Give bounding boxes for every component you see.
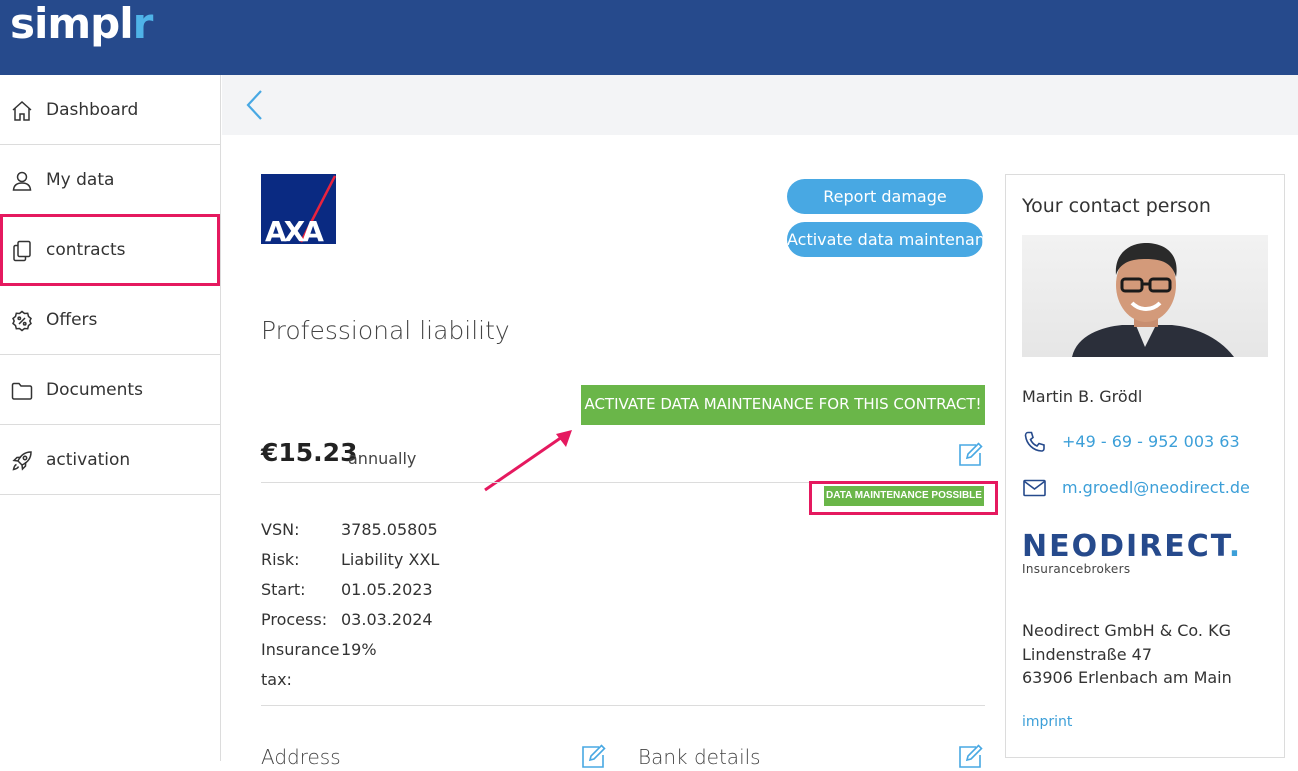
percent-badge-icon	[12, 310, 32, 332]
broker-address-line: 63906 Erlenbach am Main	[1022, 668, 1232, 687]
sidebar-item-dashboard[interactable]: Dashboard	[0, 75, 220, 145]
sidebar-item-activation[interactable]: activation	[0, 425, 220, 495]
activate-data-maintenance-button[interactable]: Activate data maintenance	[787, 222, 983, 257]
broker-address-line: Lindenstraße 47	[1022, 645, 1152, 664]
home-icon	[12, 100, 32, 121]
sidebar-item-label: Offers	[46, 310, 98, 330]
sidebar: Dashboard My data contracts Offers Docum…	[0, 75, 221, 761]
imprint-link[interactable]: imprint	[1022, 714, 1072, 730]
divider	[261, 705, 985, 706]
back-arrow-icon[interactable]	[244, 89, 266, 121]
user-icon	[12, 171, 32, 191]
bank-details-heading: Bank details	[638, 745, 761, 769]
sidebar-item-documents[interactable]: Documents	[0, 355, 220, 425]
highlight-frame-contracts	[0, 214, 220, 286]
sub-header-bar	[222, 75, 1298, 135]
edit-bank-icon[interactable]	[956, 743, 984, 771]
contact-card: Your contact person Martin B. Grödl +49 …	[1005, 174, 1285, 758]
address-heading: Address	[261, 745, 341, 769]
rocket-icon	[12, 451, 32, 471]
folder-icon	[11, 382, 33, 400]
annotation-arrow	[484, 430, 572, 492]
sidebar-item-label: Documents	[46, 380, 143, 400]
contact-name: Martin B. Grödl	[1022, 387, 1143, 406]
svg-text:AXA: AXA	[265, 215, 324, 244]
app-logo[interactable]: simplr	[10, 0, 153, 48]
contact-photo	[1022, 235, 1268, 357]
edit-icon[interactable]	[956, 441, 984, 469]
contract-title: Professional liability	[261, 316, 510, 345]
broker-logo: NEODIRECT. Insurancebrokers	[1022, 529, 1243, 576]
sidebar-item-my-data[interactable]: My data	[0, 145, 220, 215]
premium-frequency: annually	[348, 449, 417, 468]
phone-icon	[1024, 431, 1045, 452]
sidebar-item-offers[interactable]: Offers	[0, 285, 220, 355]
sidebar-item-label: My data	[46, 170, 115, 190]
activate-maintenance-banner[interactable]: ACTIVATE DATA MAINTENANCE FOR THIS CONTR…	[581, 385, 985, 425]
status-badge: DATA MAINTENANCE POSSIBLE	[824, 486, 984, 506]
broker-address-line: Neodirect GmbH & Co. KG	[1022, 621, 1231, 640]
sidebar-item-label: activation	[46, 450, 131, 470]
insurer-logo: AXA	[261, 174, 336, 244]
contact-heading: Your contact person	[1022, 195, 1211, 217]
report-damage-button[interactable]: Report damage	[787, 179, 983, 214]
edit-address-icon[interactable]	[579, 743, 607, 771]
top-bar: simplr	[0, 0, 1298, 75]
mail-icon	[1023, 479, 1046, 497]
premium-amount: €15.23	[261, 438, 358, 467]
sidebar-item-label: Dashboard	[46, 100, 139, 120]
